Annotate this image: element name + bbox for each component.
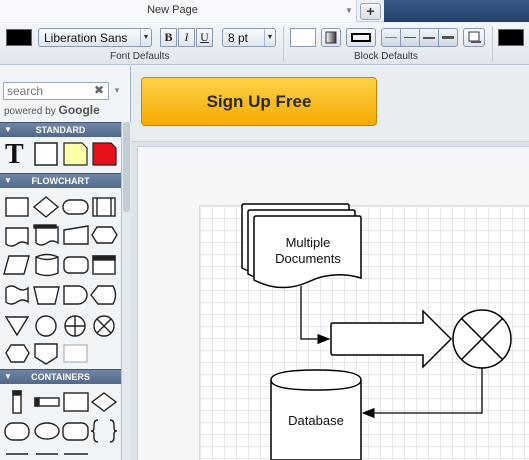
shape-library-sidebar: ✖ ▼ powered by Google ▼ STANDARD T ▼ FLO… xyxy=(0,66,131,460)
container-shapes xyxy=(4,390,118,455)
tab-strip-background xyxy=(384,0,529,22)
font-family-value: Liberation Sans xyxy=(44,31,128,45)
powered-by-google: powered by Google xyxy=(4,103,100,117)
gradient-button[interactable] xyxy=(321,28,341,47)
document-shape-icon[interactable] xyxy=(5,227,29,247)
manual-input-shape-icon[interactable] xyxy=(63,225,89,245)
connector-shape-icon[interactable] xyxy=(35,315,57,337)
box-container-icon[interactable] xyxy=(63,392,89,412)
manual-operation-shape-icon[interactable] xyxy=(33,286,60,305)
chevron-down-icon: ▼ xyxy=(140,29,151,46)
text-shape-icon[interactable]: T xyxy=(5,139,24,168)
diamond-container-icon[interactable] xyxy=(90,392,118,412)
stored-data-shape-icon[interactable] xyxy=(63,256,89,274)
pill-container-icon[interactable] xyxy=(62,422,89,441)
scrollbar-thumb[interactable] xyxy=(123,122,130,212)
ad-banner: Sign Up Free xyxy=(131,66,529,142)
font-family-select[interactable]: Liberation Sans ▼ xyxy=(38,28,152,47)
hexagon-shape-icon[interactable] xyxy=(5,344,30,363)
terminator-shape-icon[interactable] xyxy=(62,199,89,215)
vertical-container-icon[interactable] xyxy=(12,390,22,414)
search-input[interactable] xyxy=(7,84,92,98)
line-color-button[interactable] xyxy=(346,28,376,47)
chevron-down-icon[interactable]: ▼ xyxy=(113,86,121,95)
category-flowchart[interactable]: ▼ FLOWCHART xyxy=(0,173,121,188)
canvas-area: Multiple Documents Database xyxy=(131,142,529,460)
line-style-thick-button[interactable] xyxy=(438,28,458,47)
italic-button[interactable]: I xyxy=(178,28,195,47)
summing-junction-shape[interactable] xyxy=(452,309,512,369)
font-size-value: 8 pt xyxy=(228,31,249,45)
bold-button[interactable]: B xyxy=(160,28,177,47)
toolbar-divider xyxy=(492,26,493,62)
connector-junction-to-database[interactable] xyxy=(361,368,483,419)
line-style-thin-button[interactable] xyxy=(400,28,420,47)
fill-color-swatch[interactable] xyxy=(290,28,316,47)
horizontal-container-icon[interactable] xyxy=(34,397,60,407)
ellipse-container-icon[interactable] xyxy=(34,422,60,440)
toolbar-divider xyxy=(283,26,284,62)
flowchart-shapes xyxy=(3,196,118,365)
rectangle-shape-icon[interactable] xyxy=(34,142,58,166)
category-standard[interactable]: ▼ STANDARD xyxy=(0,122,121,137)
page-color-swatch[interactable] xyxy=(498,29,524,46)
font-size-select[interactable]: 8 pt ▼ xyxy=(222,28,276,47)
chevron-down-icon: ▼ xyxy=(264,29,275,46)
add-tab-button[interactable]: + xyxy=(360,3,381,20)
summing-junction-icon[interactable] xyxy=(93,315,115,337)
gradient-icon xyxy=(325,31,337,44)
multiple-documents-label-line1: Multiple xyxy=(286,235,331,250)
preparation-shape-icon[interactable] xyxy=(91,226,118,244)
diagram: Multiple Documents Database xyxy=(241,203,512,460)
brace-right-icon[interactable] xyxy=(109,419,118,443)
standard-shapes: T xyxy=(5,139,117,168)
tab-bar: New Page ▼ + xyxy=(0,0,529,22)
rounded-container-icon[interactable] xyxy=(4,422,30,441)
category-containers[interactable]: ▼ CONTAINERS xyxy=(0,369,121,384)
line-style-medium-button[interactable] xyxy=(419,28,439,47)
search-box: ✖ xyxy=(3,82,109,100)
punched-tape-shape-icon[interactable] xyxy=(5,285,29,305)
toolbar: Liberation Sans ▼ B I U 8 pt ▼ Font Defa… xyxy=(0,23,529,65)
process-shape-icon[interactable] xyxy=(5,197,29,217)
underline-button[interactable]: U xyxy=(196,28,213,47)
tab-menu-icon[interactable]: ▼ xyxy=(343,4,355,18)
block-arrow-shape[interactable] xyxy=(330,309,453,369)
annotation-shape-icon[interactable] xyxy=(63,344,88,363)
line-style-none-button[interactable] xyxy=(381,28,401,47)
decision-shape-icon[interactable] xyxy=(32,196,60,218)
tab-new-page[interactable]: New Page ▼ xyxy=(0,0,357,22)
sidebar-scrollbar[interactable] xyxy=(121,122,131,460)
display-shape-icon[interactable] xyxy=(90,285,117,305)
category-title: CONTAINERS xyxy=(31,372,90,382)
brace-icon[interactable] xyxy=(90,419,99,443)
connector-docs-to-arrow[interactable] xyxy=(300,286,331,345)
shadow-button[interactable] xyxy=(463,28,485,47)
multiple-documents-label-line2: Documents xyxy=(275,251,341,266)
merge-shape-icon[interactable] xyxy=(4,316,30,337)
red-note-icon[interactable] xyxy=(92,142,117,166)
yellow-note-icon[interactable] xyxy=(63,142,88,166)
shadow-icon xyxy=(468,31,481,43)
font-color-swatch[interactable] xyxy=(6,29,32,46)
database-label: Database xyxy=(288,413,344,428)
category-title: STANDARD xyxy=(35,125,86,135)
data-shape-icon[interactable] xyxy=(3,255,30,275)
google-logo: Google xyxy=(58,103,100,117)
svg-text:T: T xyxy=(5,139,24,168)
font-defaults-label: Font Defaults xyxy=(110,51,170,62)
block-defaults-label: Block Defaults xyxy=(354,51,418,62)
off-page-connector-icon[interactable] xyxy=(34,343,58,365)
multi-document-shape-icon[interactable] xyxy=(35,226,59,246)
tab-title: New Page xyxy=(147,4,198,16)
close-icon[interactable]: ✖ xyxy=(94,83,104,97)
sign-up-free-button[interactable]: Sign Up Free xyxy=(141,77,377,126)
delay-shape-icon[interactable] xyxy=(63,285,88,305)
category-title: FLOWCHART xyxy=(31,176,90,186)
powered-by-label: powered by xyxy=(4,106,56,117)
or-shape-icon[interactable] xyxy=(64,315,86,337)
line-color-swatch xyxy=(351,33,371,42)
